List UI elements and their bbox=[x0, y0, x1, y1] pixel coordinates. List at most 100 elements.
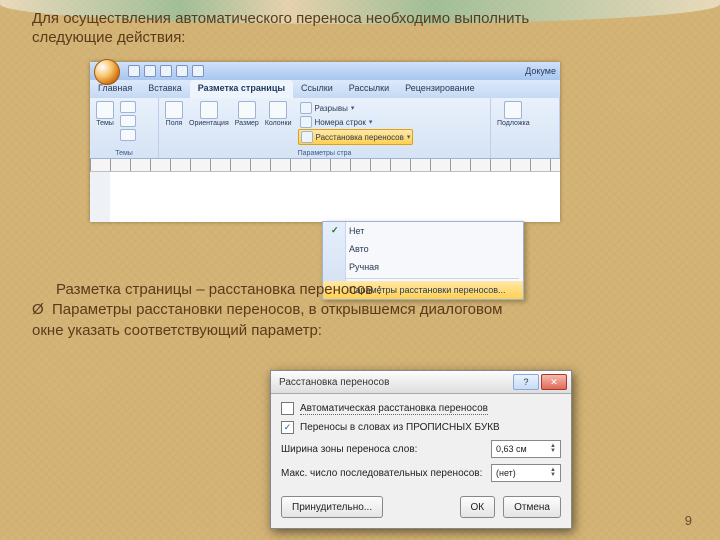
breaks-label: Разрывы bbox=[315, 104, 348, 113]
horizontal-ruler[interactable] bbox=[90, 159, 560, 172]
tab-insert[interactable]: Вставка bbox=[140, 80, 189, 98]
breaks-button[interactable]: Разрывы▾ bbox=[298, 101, 414, 115]
qat-more-icon[interactable] bbox=[192, 65, 204, 77]
dialog-footer: Принудительно... ОК Отмена bbox=[271, 490, 571, 528]
document-area[interactable] bbox=[90, 172, 560, 222]
breaks-icon bbox=[300, 102, 312, 114]
dialog-title: Расстановка переносов bbox=[279, 377, 389, 388]
save-icon[interactable] bbox=[128, 65, 140, 77]
tab-references[interactable]: Ссылки bbox=[293, 80, 341, 98]
caps-hyphen-label: Переносы в словах из ПРОПИСНЫХ БУКВ bbox=[300, 422, 500, 433]
themes-label: Темы bbox=[96, 120, 114, 127]
dialog-title-bar[interactable]: Расстановка переносов ? ✕ bbox=[271, 371, 571, 394]
orientation-icon bbox=[200, 101, 218, 119]
spinner-arrows-icon[interactable]: ▲▼ bbox=[550, 444, 556, 454]
word-ribbon-screenshot: Докуме Главная Вставка Разметка страницы… bbox=[90, 62, 560, 222]
print-icon[interactable] bbox=[176, 65, 188, 77]
margins-icon bbox=[165, 101, 183, 119]
themes-button[interactable]: Темы bbox=[96, 101, 114, 127]
theme-fonts-icon[interactable] bbox=[120, 115, 136, 127]
line-numbers-label: Номера строк bbox=[315, 118, 366, 127]
instruction-text: Разметка страницы – расстановка переносо… bbox=[32, 280, 690, 341]
auto-hyphen-row[interactable]: Автоматическая расстановка переносов bbox=[281, 402, 561, 415]
size-icon bbox=[238, 101, 256, 119]
hyphenation-icon bbox=[301, 131, 313, 143]
tab-review[interactable]: Рецензирование bbox=[397, 80, 483, 98]
page-setup-menu: Разрывы▾ Номера строк▾ Расстановка перен… bbox=[298, 101, 414, 145]
hyphenation-dialog: Расстановка переносов ? ✕ Автоматическая… bbox=[270, 370, 572, 529]
redo-icon[interactable] bbox=[160, 65, 172, 77]
group-page-setup-label: Параметры стра bbox=[165, 150, 484, 157]
hyphenation-auto[interactable]: Авто bbox=[323, 240, 523, 258]
columns-icon bbox=[269, 101, 287, 119]
para2-bullet: Параметры расстановки переносов, в откры… bbox=[52, 300, 502, 320]
dropdown-separator bbox=[327, 278, 519, 279]
bullet-symbol: Ø bbox=[32, 300, 52, 320]
theme-colors-fonts bbox=[120, 101, 136, 141]
hyphenation-none[interactable]: Нет bbox=[323, 222, 523, 240]
max-value: (нет) bbox=[496, 468, 516, 478]
group-themes: Темы Темы bbox=[90, 98, 159, 158]
intro-line2: следующие действия: bbox=[32, 29, 185, 46]
max-input[interactable]: (нет) ▲▼ bbox=[491, 464, 561, 482]
word-title-bar: Докуме bbox=[90, 62, 560, 80]
max-row: Макс. число последовательных переносов: … bbox=[281, 464, 561, 482]
caps-hyphen-row[interactable]: ✓ Переносы в словах из ПРОПИСНЫХ БУКВ bbox=[281, 421, 561, 434]
group-page-setup: Поля Ориентация Размер Колонки bbox=[159, 98, 491, 158]
hyphenation-button[interactable]: Расстановка переносов▾ bbox=[298, 129, 414, 145]
theme-effects-icon[interactable] bbox=[120, 129, 136, 141]
window-title: Докуме bbox=[525, 66, 556, 76]
max-label: Макс. число последовательных переносов: bbox=[281, 468, 482, 479]
tab-page-layout[interactable]: Разметка страницы bbox=[190, 80, 293, 98]
dialog-body: Автоматическая расстановка переносов ✓ П… bbox=[271, 394, 571, 490]
cancel-button[interactable]: Отмена bbox=[503, 496, 561, 518]
page-number: 9 bbox=[685, 513, 692, 528]
para2-line1: Разметка страницы – расстановка переносо… bbox=[32, 280, 690, 300]
ribbon: Темы Темы Поля Ориентация bbox=[90, 98, 560, 159]
zone-label: Ширина зоны переноса слов: bbox=[281, 444, 417, 455]
auto-hyphen-label: Автоматическая расстановка переносов bbox=[300, 403, 488, 415]
intro-line1: Для осуществления автоматического перено… bbox=[32, 10, 529, 27]
orientation-button[interactable]: Ориентация bbox=[189, 101, 229, 127]
zone-value: 0,63 см bbox=[496, 444, 527, 454]
help-icon: ? bbox=[523, 377, 528, 387]
tab-home[interactable]: Главная bbox=[90, 80, 140, 98]
orientation-label: Ориентация bbox=[189, 120, 229, 127]
zone-input[interactable]: 0,63 см ▲▼ bbox=[491, 440, 561, 458]
size-button[interactable]: Размер bbox=[235, 101, 259, 127]
columns-label: Колонки bbox=[265, 120, 292, 127]
zone-row: Ширина зоны переноса слов: 0,63 см ▲▼ bbox=[281, 440, 561, 458]
spinner-arrows-icon[interactable]: ▲▼ bbox=[550, 468, 556, 478]
chevron-down-icon: ▾ bbox=[369, 118, 373, 126]
line-numbers-button[interactable]: Номера строк▾ bbox=[298, 115, 414, 129]
force-button[interactable]: Принудительно... bbox=[281, 496, 383, 518]
ok-button[interactable]: ОК bbox=[460, 496, 496, 518]
hyphenation-manual[interactable]: Ручная bbox=[323, 258, 523, 276]
para2-line3: окне указать соответствующий параметр: bbox=[32, 321, 690, 341]
watermark-icon bbox=[504, 101, 522, 119]
chevron-down-icon: ▾ bbox=[407, 133, 411, 141]
undo-icon[interactable] bbox=[144, 65, 156, 77]
margins-button[interactable]: Поля bbox=[165, 101, 183, 127]
watermark-button[interactable]: Подложка bbox=[497, 101, 530, 127]
ribbon-tabs: Главная Вставка Разметка страницы Ссылки… bbox=[90, 80, 560, 98]
watermark-label: Подложка bbox=[497, 120, 530, 127]
caps-hyphen-checkbox[interactable]: ✓ bbox=[281, 421, 294, 434]
auto-hyphen-checkbox[interactable] bbox=[281, 402, 294, 415]
hyphenation-label: Расстановка переносов bbox=[316, 133, 404, 142]
line-numbers-icon bbox=[300, 116, 312, 128]
chevron-down-icon: ▾ bbox=[351, 104, 355, 112]
dialog-help-button[interactable]: ? bbox=[513, 374, 539, 390]
quick-access-toolbar bbox=[94, 63, 204, 79]
themes-icon bbox=[96, 101, 114, 119]
intro-text: Для осуществления автоматического перено… bbox=[32, 10, 690, 48]
close-icon: ✕ bbox=[550, 377, 558, 388]
group-themes-label: Темы bbox=[96, 150, 152, 157]
group-background: Подложка bbox=[491, 98, 560, 158]
columns-button[interactable]: Колонки bbox=[265, 101, 292, 127]
tab-mailings[interactable]: Рассылки bbox=[341, 80, 397, 98]
margins-label: Поля bbox=[166, 120, 183, 127]
dialog-close-button[interactable]: ✕ bbox=[541, 374, 567, 390]
size-label: Размер bbox=[235, 120, 259, 127]
theme-colors-icon[interactable] bbox=[120, 101, 136, 113]
